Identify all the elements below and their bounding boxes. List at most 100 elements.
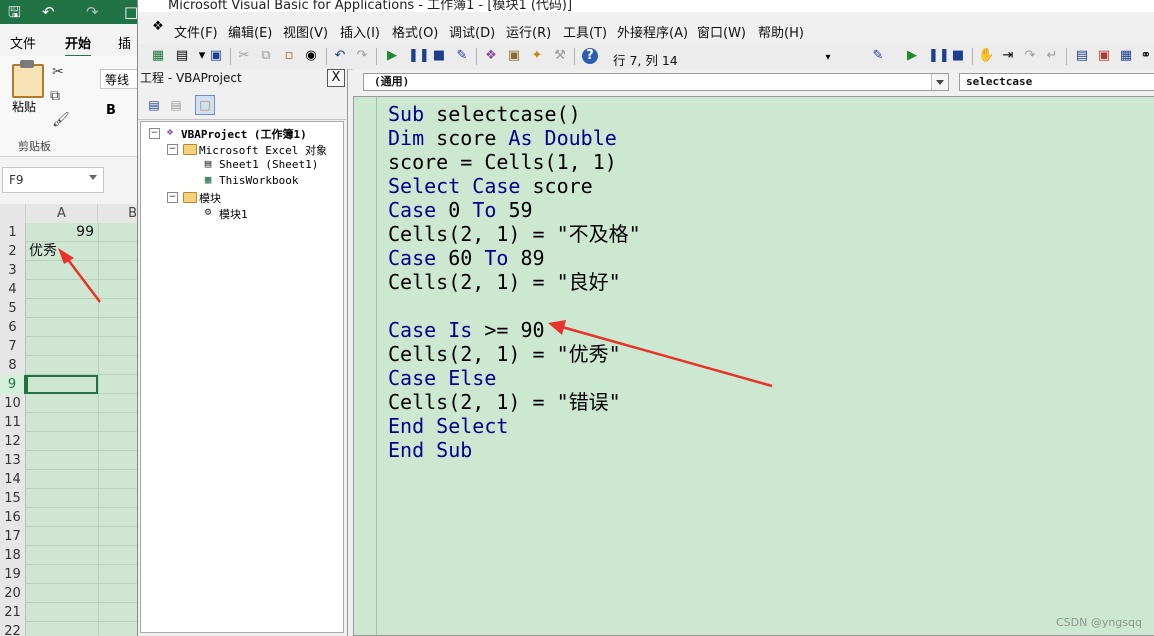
code-line[interactable]: End Sub: [388, 438, 641, 462]
tab-file[interactable]: 文件: [10, 33, 36, 52]
row-header[interactable]: 5: [0, 299, 26, 318]
font-name-field[interactable]: 等线: [100, 69, 140, 89]
row-header[interactable]: 19: [0, 565, 26, 584]
procedure-dropdown[interactable]: selectcase: [959, 73, 1154, 91]
row-header[interactable]: 8: [0, 356, 26, 375]
redo-icon[interactable]: ↷: [86, 3, 99, 21]
collapse-icon[interactable]: −: [167, 192, 178, 203]
cell-a2[interactable]: 优秀: [29, 242, 57, 261]
row-header[interactable]: 16: [0, 508, 26, 527]
tree-node-module1[interactable]: 模块1: [219, 206, 248, 222]
menu-format[interactable]: 格式(O): [392, 22, 438, 41]
code-line[interactable]: [388, 294, 641, 318]
undo-icon[interactable]: ↶: [332, 48, 348, 64]
tree-node-vbaproject[interactable]: VBAProject (工作簿1): [181, 126, 307, 142]
chevron-down-icon[interactable]: [931, 74, 948, 90]
save-icon[interactable]: ▣: [208, 48, 224, 64]
object-dropdown[interactable]: (通用): [363, 73, 949, 91]
sheet-row[interactable]: 13: [0, 451, 140, 470]
sheet-row[interactable]: 1 99: [0, 223, 140, 242]
toggle-breakpoint-icon[interactable]: ✋: [978, 48, 994, 64]
code-line[interactable]: Cells(2, 1) = "错误": [388, 390, 641, 414]
menu-help[interactable]: 帮助(H): [758, 22, 804, 41]
debug-run-icon[interactable]: ▶: [904, 48, 920, 64]
menu-view[interactable]: 视图(V): [283, 22, 328, 41]
sheet-row[interactable]: 11: [0, 413, 140, 432]
sheet-row[interactable]: 6: [0, 318, 140, 337]
code-line[interactable]: End Select: [388, 414, 641, 438]
bold-button[interactable]: B: [106, 103, 116, 118]
code-line[interactable]: Case Else: [388, 366, 641, 390]
paste-icon[interactable]: ▫: [281, 48, 297, 64]
immediate-window-icon[interactable]: ▣: [1096, 48, 1112, 64]
project-explorer-icon[interactable]: ❖: [483, 48, 499, 64]
code-line[interactable]: Case Is >= 90: [388, 318, 641, 342]
row-header[interactable]: 17: [0, 527, 26, 546]
run-icon[interactable]: ▶: [384, 48, 400, 64]
cut-icon[interactable]: ✂: [52, 64, 64, 80]
design-mode-icon[interactable]: ✎: [454, 48, 470, 64]
sheet-row[interactable]: 8: [0, 356, 140, 375]
sheet-row[interactable]: 10: [0, 394, 140, 413]
sheet-row[interactable]: 5: [0, 299, 140, 318]
collapse-icon[interactable]: −: [149, 128, 160, 139]
sheet-row[interactable]: 17: [0, 527, 140, 546]
edit-toolbar-icon[interactable]: ✎: [870, 48, 886, 64]
row-header[interactable]: 7: [0, 337, 26, 356]
menu-file[interactable]: 文件(F): [174, 22, 218, 41]
sheet-row[interactable]: 20: [0, 584, 140, 603]
tree-node-modules[interactable]: 模块: [199, 190, 221, 206]
code-lines[interactable]: Sub selectcase() Dim score As Double score…: [388, 102, 641, 462]
menu-edit[interactable]: 编辑(E): [228, 22, 272, 41]
row-header[interactable]: 12: [0, 432, 26, 451]
copy-icon[interactable]: ⧉: [50, 88, 60, 104]
sheet-row[interactable]: 12: [0, 432, 140, 451]
row-header[interactable]: 11: [0, 413, 26, 432]
properties-icon[interactable]: ▣: [506, 48, 522, 64]
row-header[interactable]: 20: [0, 584, 26, 603]
tree-node-sheet1[interactable]: Sheet1 (Sheet1): [219, 158, 318, 171]
menu-run[interactable]: 运行(R): [506, 22, 551, 41]
cut-icon[interactable]: ✂: [236, 48, 252, 64]
locals-window-icon[interactable]: ▤: [1074, 48, 1090, 64]
sheet-row[interactable]: 19: [0, 565, 140, 584]
debug-stop-icon[interactable]: ■: [950, 48, 966, 64]
toolbox-icon[interactable]: ⚒: [552, 48, 568, 64]
row-header[interactable]: 2: [0, 242, 26, 261]
step-into-icon[interactable]: ⇥: [1000, 48, 1016, 64]
menu-tools[interactable]: 工具(T): [563, 22, 607, 41]
tree-node-excel-objects[interactable]: Microsoft Excel 对象: [199, 142, 327, 158]
sheet-row[interactable]: 21: [0, 603, 140, 622]
menu-window[interactable]: 窗口(W): [697, 22, 746, 41]
save-icon[interactable]: 🖫: [8, 3, 21, 21]
sheet-row[interactable]: 18: [0, 546, 140, 565]
select-all-corner[interactable]: [0, 204, 26, 223]
name-box[interactable]: F9: [2, 167, 104, 193]
row-header[interactable]: 6: [0, 318, 26, 337]
redo-icon[interactable]: ↷: [354, 48, 370, 64]
insert-userform-icon[interactable]: ▤: [174, 48, 190, 64]
sheet-row[interactable]: 2 优秀: [0, 242, 140, 261]
row-header[interactable]: 15: [0, 489, 26, 508]
view-excel-icon[interactable]: ▦: [150, 48, 166, 64]
row-header[interactable]: 14: [0, 470, 26, 489]
menu-insert[interactable]: 插入(I): [340, 22, 380, 41]
stop-icon[interactable]: ■: [431, 48, 447, 64]
margin-indicator-bar[interactable]: [354, 97, 377, 635]
column-header-a[interactable]: A: [26, 204, 98, 223]
sheet-row[interactable]: 3: [0, 261, 140, 280]
sheet-row[interactable]: 4: [0, 280, 140, 299]
row-header[interactable]: 10: [0, 394, 26, 413]
code-line[interactable]: Select Case score: [388, 174, 641, 198]
code-editor[interactable]: Sub selectcase() Dim score As Double score…: [353, 96, 1154, 636]
toggle-folders-icon[interactable]: □: [195, 95, 215, 115]
object-browser-icon[interactable]: ✦: [529, 48, 545, 64]
code-line[interactable]: Sub selectcase(): [388, 102, 641, 126]
sheet-row[interactable]: 7: [0, 337, 140, 356]
project-tree[interactable]: − ❖ VBAProject (工作簿1) − Microsoft Excel …: [140, 121, 344, 633]
quick-watch-icon[interactable]: ⚭: [1138, 48, 1154, 64]
row-header[interactable]: 1: [0, 223, 26, 242]
step-over-icon[interactable]: ↷: [1022, 48, 1038, 64]
code-line[interactable]: Case 60 To 89: [388, 246, 641, 270]
row-header[interactable]: 18: [0, 546, 26, 565]
